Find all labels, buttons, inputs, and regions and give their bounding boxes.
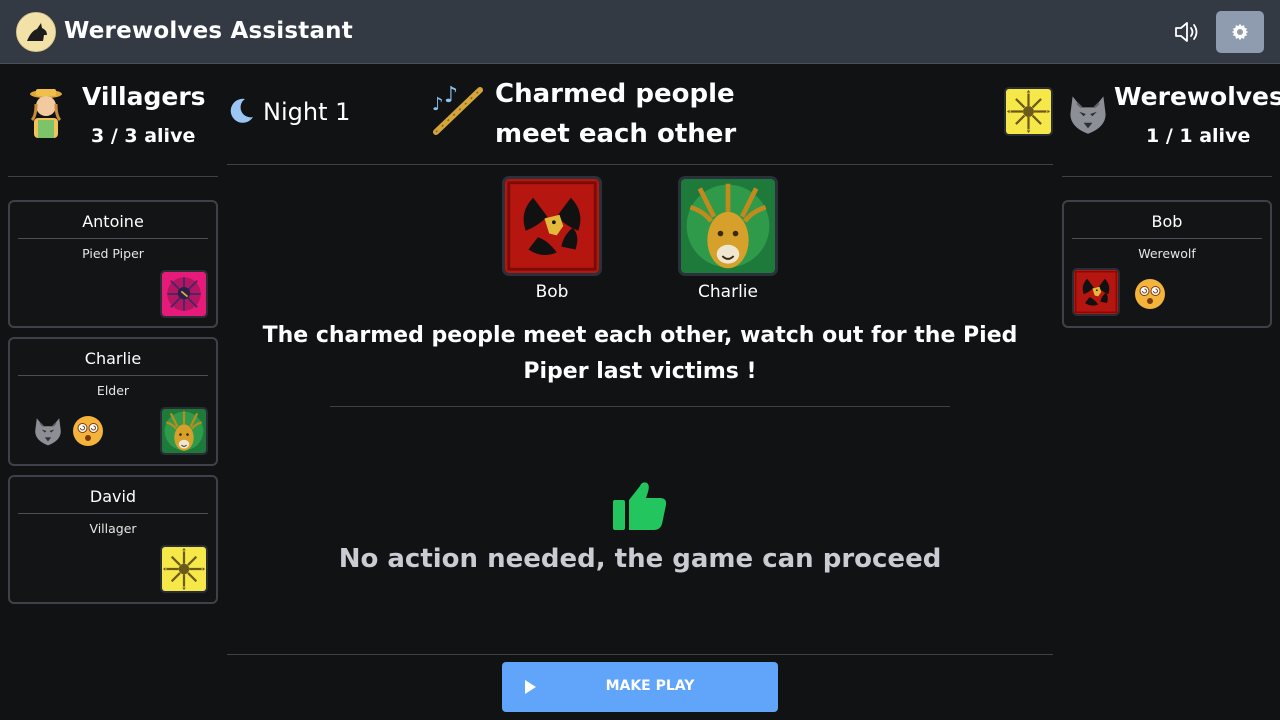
svg-text:♪: ♪ <box>444 84 458 108</box>
target-card-bob[interactable] <box>502 176 602 276</box>
player-separator <box>18 375 208 376</box>
app-header: Werewolves Assistant <box>0 0 1280 64</box>
player-role: Villager <box>89 521 137 536</box>
thumbs-up-icon <box>612 480 668 532</box>
eaten-wolf-icon <box>32 415 64 447</box>
player-name: David <box>89 487 137 506</box>
player-card-david[interactable]: David Villager <box>8 475 218 604</box>
charmed-icon <box>1134 278 1166 310</box>
villager-card-icon <box>1004 87 1053 136</box>
app-title: Werewolves Assistant <box>64 18 353 44</box>
werewolves-divider <box>1062 176 1272 177</box>
sound-button[interactable] <box>1168 16 1208 48</box>
villager-card-icon <box>160 545 208 593</box>
moon-icon <box>226 96 256 126</box>
play-title: Charmed people meet each other <box>495 79 737 149</box>
player-separator <box>18 238 208 239</box>
werewolves-alive-count: 1 / 1 alive <box>1146 125 1251 147</box>
player-name: Charlie <box>84 349 142 368</box>
gear-icon <box>1231 23 1249 41</box>
target-card-charlie[interactable] <box>678 176 778 276</box>
player-role: Werewolf <box>1138 246 1196 261</box>
make-play-label: MAKE PLAY <box>605 678 695 694</box>
villagers-alive-count: 3 / 3 alive <box>91 125 196 147</box>
speaker-icon <box>1175 22 1198 42</box>
footer-divider <box>227 654 1053 655</box>
player-role: Pied Piper <box>82 246 144 261</box>
werewolves-title: Werewolves <box>1114 82 1280 111</box>
player-card-antoine[interactable]: Antoine Pied Piper <box>8 200 218 328</box>
target-name-bob: Bob <box>535 282 569 302</box>
play-message: The charmed people meet each other, watc… <box>262 323 1018 384</box>
app-logo-icon <box>16 12 56 52</box>
elder-card-icon <box>160 407 208 455</box>
werewolf-avatar-icon <box>1066 86 1110 142</box>
make-play-button[interactable]: MAKE PLAY <box>502 662 778 712</box>
villagers-title: Villagers <box>82 82 206 111</box>
flute-icon: ♪ ♪ <box>430 83 486 140</box>
player-name: Antoine <box>82 212 144 231</box>
phase-label: Night 1 <box>263 98 351 126</box>
charmed-icon <box>72 415 104 447</box>
header-divider <box>227 164 1053 165</box>
player-separator <box>1072 238 1262 239</box>
settings-button[interactable] <box>1216 11 1264 53</box>
status-message: No action needed, the game can proceed <box>338 544 942 574</box>
player-separator <box>18 513 208 514</box>
player-card-bob[interactable]: Bob Werewolf <box>1062 200 1272 328</box>
message-divider <box>330 406 950 407</box>
target-name-charlie: Charlie <box>698 282 758 302</box>
player-name: Bob <box>1151 212 1183 231</box>
werewolf-card-icon <box>1072 268 1120 316</box>
svg-text:♪: ♪ <box>432 94 444 115</box>
villagers-divider <box>8 176 218 177</box>
player-role: Elder <box>96 383 130 398</box>
pied-piper-card-icon <box>160 270 208 318</box>
villager-avatar-icon <box>24 86 68 142</box>
player-card-charlie[interactable]: Charlie Elder <box>8 337 218 466</box>
